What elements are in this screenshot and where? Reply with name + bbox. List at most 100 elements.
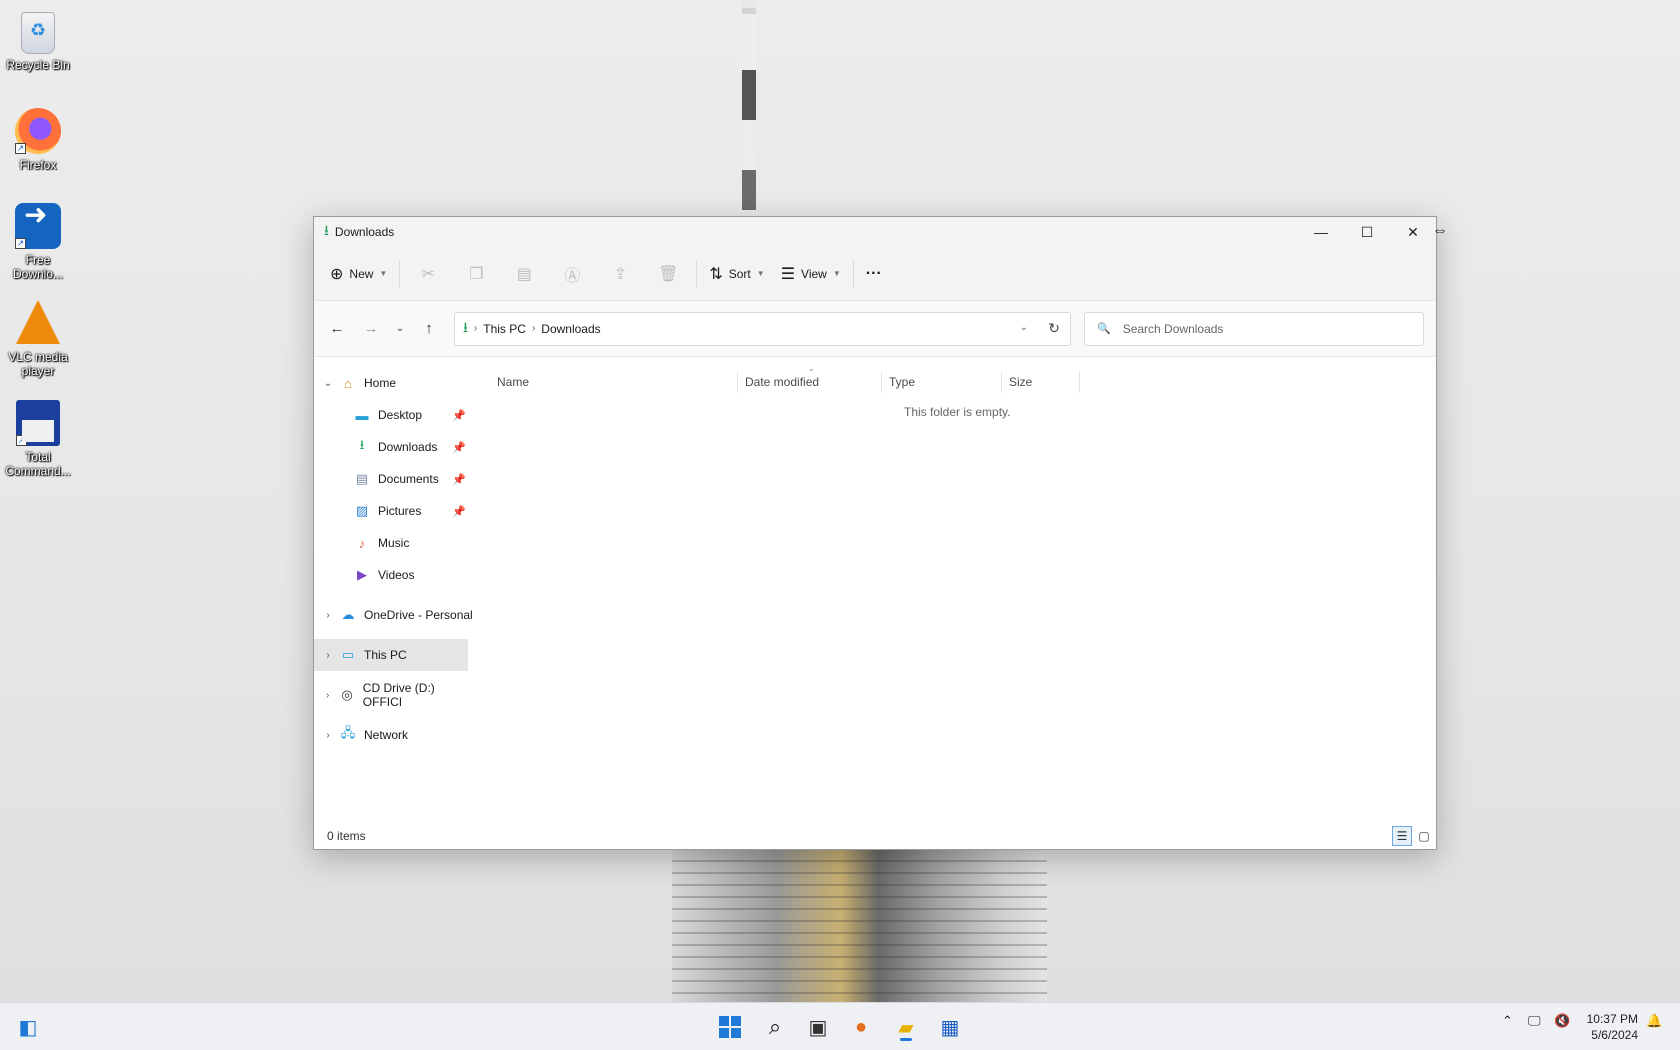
nav-item-music[interactable]: ♪ Music (314, 527, 474, 559)
nav-item-downloads[interactable]: ⭳ Downloads 📌 (314, 431, 474, 463)
details-view-button[interactable]: ☰ (1392, 826, 1412, 846)
new-button[interactable]: ⊕ New ▼ (322, 258, 395, 290)
chevron-right-icon[interactable]: › (318, 610, 338, 621)
taskbar-firefox-button[interactable]: ● (845, 1011, 877, 1043)
show-hidden-icons-chevron-icon[interactable]: ⌃ (1502, 1013, 1513, 1029)
taskbar-file-explorer-button[interactable]: ▰ (890, 1011, 922, 1043)
nav-item-label: This PC (364, 648, 407, 662)
nav-item-pictures[interactable]: ▨ Pictures 📌 (314, 495, 474, 527)
pin-icon: 📌 (452, 505, 466, 518)
breadcrumb-downloads[interactable]: Downloads (541, 322, 600, 336)
chevron-right-icon[interactable]: › (318, 730, 338, 741)
close-icon: ✕ (1407, 223, 1419, 240)
nav-item-label: Network (364, 728, 409, 742)
view-button-label: View (801, 266, 827, 281)
windows-logo-icon (719, 1016, 741, 1038)
search-button[interactable]: ⌕ (759, 1011, 791, 1043)
nav-item-home[interactable]: ⌄ ⌂ Home (314, 367, 474, 399)
item-count: 0 items (327, 829, 366, 843)
rename-button[interactable]: Ⓐ (548, 258, 596, 290)
file-list[interactable]: Name Date modified Type Size ⌄ This fold… (474, 357, 1436, 849)
desktop-icon-total-commander[interactable]: ↗ Total Command... (2, 400, 74, 478)
arrow-left-icon: ← (329, 320, 345, 337)
address-bar[interactable]: ⭳ › This PC › Downloads ⌄ ↻ (454, 311, 1071, 346)
delete-button[interactable]: 🗑 (644, 258, 692, 290)
folder-icon: ▰ (898, 1016, 914, 1039)
arrow-up-icon: ↑ (425, 320, 433, 337)
desktop-icon-vlc[interactable]: VLC media player (2, 300, 74, 378)
clock-time: 10:37 PM (1586, 1012, 1638, 1026)
back-button[interactable]: ← (320, 314, 354, 344)
command-bar: ⊕ New ▼ ✂ ❐ ▤ Ⓐ ⇪ 🗑 ⇅ Sort ▼ ☰ View ▼ ··… (314, 247, 1436, 301)
wallpaper-building (672, 850, 1047, 1002)
desktop-icon-firefox[interactable]: ↗ Firefox (2, 108, 74, 172)
start-button[interactable] (714, 1011, 746, 1043)
column-header-name[interactable]: Name (490, 371, 738, 393)
recent-locations-button[interactable]: ⌄ (388, 314, 412, 344)
network-status-icon[interactable]: 🖵 (1528, 1013, 1541, 1029)
up-button[interactable]: ↑ (412, 314, 446, 344)
volume-muted-icon[interactable]: 🔇 (1554, 1013, 1570, 1029)
see-more-button[interactable]: ··· (858, 258, 890, 290)
share-button[interactable]: ⇪ (596, 258, 644, 290)
nav-item-onedrive[interactable]: › ☁ OneDrive - Personal (314, 599, 474, 631)
sort-arrows-icon: ⇅ (709, 265, 723, 283)
nav-item-label: Pictures (378, 504, 422, 518)
more-dots-icon: ··· (865, 264, 882, 282)
nav-item-network[interactable]: › 🖧 Network (314, 719, 474, 751)
column-header-date-modified[interactable]: Date modified (738, 371, 882, 393)
rename-icon: Ⓐ (564, 267, 581, 285)
network-icon: 🖧 (340, 725, 356, 740)
onedrive-cloud-icon: ☁ (341, 607, 355, 622)
chevron-right-icon[interactable]: › (318, 650, 338, 661)
music-icon: ♪ (358, 535, 366, 551)
large-icons-view-button[interactable]: ▢ (1414, 826, 1434, 846)
column-header-size[interactable]: Size (1002, 371, 1080, 393)
desktop-icon-free-download-manager[interactable]: ↗ Free Downlo... (2, 203, 74, 281)
cut-button[interactable]: ✂ (404, 258, 452, 290)
search-box[interactable]: 🔍 Search Downloads (1084, 311, 1424, 346)
breadcrumb-this-pc[interactable]: This PC (483, 322, 526, 336)
home-icon: ⌂ (344, 375, 352, 391)
nav-item-label: Videos (378, 568, 415, 582)
copy-button[interactable]: ❐ (452, 258, 500, 290)
nav-item-documents[interactable]: ▤ Documents 📌 (314, 463, 474, 495)
system-clock[interactable]: 10:37 PM 5/6/2024 (1587, 1011, 1638, 1043)
firefox-icon: ↗ (15, 108, 61, 154)
address-history-chevron-icon[interactable]: ⌄ (1020, 322, 1028, 333)
sort-button-label: Sort (728, 266, 751, 281)
title-bar[interactable]: ⭳ Downloads — ☐ ✕ (314, 217, 1436, 247)
paste-button[interactable]: ▤ (500, 258, 548, 290)
nav-item-this-pc[interactable]: › ▭ This PC (314, 639, 468, 671)
forward-button[interactable]: → (354, 314, 388, 344)
scissors-icon: ✂ (421, 265, 436, 283)
nav-item-label: Downloads (378, 440, 438, 454)
chevron-down-icon[interactable]: ⌄ (318, 378, 338, 389)
maximize-icon: ☐ (1360, 223, 1374, 240)
widgets-button[interactable]: ◧ (12, 1011, 44, 1043)
pictures-icon: ▨ (355, 503, 369, 518)
task-view-button[interactable]: ▣ (802, 1011, 834, 1043)
close-button[interactable]: ✕ (1390, 217, 1436, 247)
computer-icon: ▭ (341, 647, 355, 662)
column-header-type[interactable]: Type (882, 371, 1002, 393)
taskbar-store-button[interactable]: ▦ (934, 1011, 966, 1043)
minimize-button[interactable]: — (1298, 217, 1344, 247)
chevron-right-icon[interactable]: › (318, 690, 337, 701)
view-button[interactable]: ☰ View ▼ (773, 258, 849, 290)
nav-item-label: CD Drive (D:) OFFICI (362, 681, 435, 709)
nav-item-cd-drive[interactable]: › ◎ CD Drive (D:) OFFICI (314, 679, 474, 711)
refresh-icon[interactable]: ↻ (1048, 320, 1060, 337)
maximize-button[interactable]: ☐ (1344, 217, 1390, 247)
vlc-cone-icon (16, 300, 60, 344)
chevron-down-icon: ⌄ (395, 323, 405, 334)
clipboard-icon: ▤ (516, 265, 532, 283)
document-icon: ▤ (355, 471, 369, 486)
sort-button[interactable]: ⇅ Sort ▼ (701, 258, 772, 290)
nav-item-desktop[interactable]: ▬ Desktop 📌 (314, 399, 474, 431)
nav-item-videos[interactable]: ▶ Videos (314, 559, 474, 591)
desktop-icon-recycle-bin[interactable]: Recycle Bin (2, 12, 74, 72)
download-arrow-icon: ⭳ (359, 437, 365, 452)
notifications-bell-icon[interactable]: 🔔 (1646, 1013, 1662, 1029)
search-placeholder: Search Downloads (1122, 321, 1224, 336)
